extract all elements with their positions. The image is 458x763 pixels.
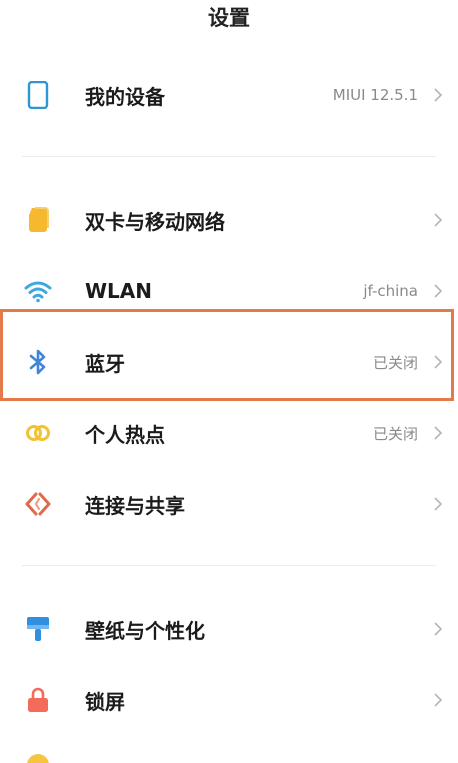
connection-share-icon	[24, 490, 52, 518]
chevron-right-icon	[434, 693, 443, 707]
divider	[22, 156, 436, 157]
settings-item-my-device[interactable]: 我的设备 MIUI 12.5.1	[0, 60, 458, 130]
settings-item-wallpaper-personalization[interactable]: 壁纸与个性化	[0, 594, 458, 664]
wifi-icon	[24, 277, 52, 305]
settings-item-value: 已关闭	[372, 424, 418, 443]
page-title: 设置	[208, 6, 250, 30]
chevron-right-icon	[434, 213, 443, 227]
settings-item-label: WLAN	[85, 279, 153, 303]
settings-item-label: 个人热点	[85, 422, 165, 447]
settings-item-hotspot[interactable]: 个人热点 已关闭	[0, 398, 458, 468]
chevron-right-icon	[434, 497, 443, 511]
chevron-right-icon	[434, 622, 443, 636]
settings-item-lock-screen[interactable]: 锁屏	[0, 665, 458, 735]
settings-item-label: 我的设备	[85, 84, 165, 109]
chevron-right-icon	[434, 284, 443, 298]
hotspot-icon	[24, 419, 52, 447]
settings-item-label: 壁纸与个性化	[85, 618, 205, 643]
settings-item-partial[interactable]	[0, 750, 458, 763]
chevron-right-icon	[434, 88, 443, 102]
chevron-right-icon	[434, 426, 443, 440]
settings-item-value: MIUI 12.5.1	[332, 86, 418, 104]
settings-item-label: 锁屏	[85, 689, 125, 714]
settings-item-value: jf-china	[363, 282, 418, 300]
display-icon	[27, 754, 49, 763]
divider	[22, 565, 436, 566]
lock-icon	[24, 686, 52, 714]
settings-item-connection-sharing[interactable]: 连接与共享	[0, 469, 458, 539]
phone-icon	[24, 81, 52, 109]
wallpaper-icon	[24, 615, 52, 643]
highlight-box	[0, 309, 454, 401]
settings-item-label: 连接与共享	[85, 493, 185, 518]
sim-card-icon	[24, 206, 52, 234]
settings-item-sim-mobile-network[interactable]: 双卡与移动网络	[0, 185, 458, 255]
settings-item-label: 双卡与移动网络	[85, 209, 225, 234]
